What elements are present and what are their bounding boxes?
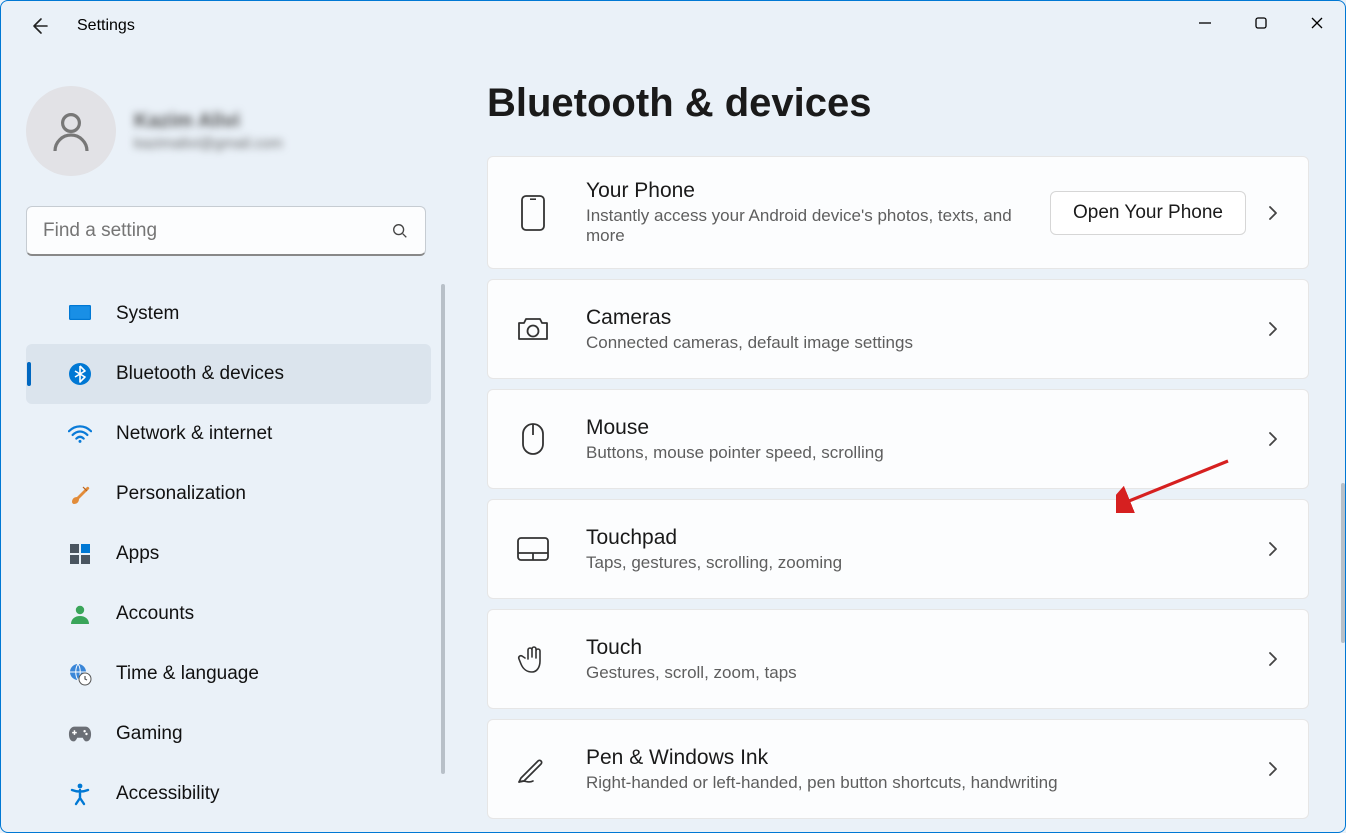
gamepad-icon (68, 722, 92, 746)
main-content: Bluetooth & devices Your Phone Instantly… (451, 51, 1345, 832)
search-box[interactable] (26, 206, 426, 256)
chevron-right-icon (1264, 430, 1282, 448)
phone-icon (514, 194, 552, 232)
card-desc: Instantly access your Android device's p… (586, 206, 1032, 246)
sidebar-item-personalization[interactable]: Personalization (26, 464, 431, 524)
monitor-icon (68, 302, 92, 326)
minimize-icon (1198, 16, 1212, 30)
sidebar-item-network[interactable]: Network & internet (26, 404, 431, 464)
sidebar-item-label: Apps (116, 543, 159, 565)
back-button[interactable] (19, 6, 59, 46)
sidebar-item-accounts[interactable]: Accounts (26, 584, 431, 644)
card-mouse[interactable]: Mouse Buttons, mouse pointer speed, scro… (487, 389, 1309, 489)
chevron-right-icon (1264, 540, 1282, 558)
main-scrollbar[interactable] (1341, 483, 1345, 643)
card-desc: Taps, gestures, scrolling, zooming (586, 553, 1246, 573)
globe-clock-icon (68, 662, 92, 686)
profile-name: Kazim Alivi (134, 110, 283, 133)
close-button[interactable] (1289, 1, 1345, 45)
chevron-right-icon (1264, 204, 1282, 222)
pen-icon (514, 750, 552, 788)
title-bar: Settings (1, 1, 1345, 51)
settings-cards: Your Phone Instantly access your Android… (487, 156, 1309, 819)
accessibility-icon (68, 782, 92, 806)
sidebar: Kazim Alivi kazimalivi@gmail.com System … (1, 51, 451, 832)
maximize-icon (1254, 16, 1268, 30)
card-pen[interactable]: Pen & Windows Ink Right-handed or left-h… (487, 719, 1309, 819)
profile-block[interactable]: Kazim Alivi kazimalivi@gmail.com (1, 86, 451, 176)
mouse-icon (514, 420, 552, 458)
person-icon (47, 107, 95, 155)
minimize-button[interactable] (1177, 1, 1233, 45)
chevron-right-icon (1264, 650, 1282, 668)
card-desc: Connected cameras, default image setting… (586, 333, 1246, 353)
card-title: Mouse (586, 416, 1246, 440)
card-title: Pen & Windows Ink (586, 746, 1246, 770)
card-touch[interactable]: Touch Gestures, scroll, zoom, taps (487, 609, 1309, 709)
nav-list: System Bluetooth & devices Network & int… (1, 284, 451, 824)
card-cameras[interactable]: Cameras Connected cameras, default image… (487, 279, 1309, 379)
card-desc: Buttons, mouse pointer speed, scrolling (586, 443, 1246, 463)
account-icon (68, 602, 92, 626)
sidebar-item-apps[interactable]: Apps (26, 524, 431, 584)
bluetooth-icon (68, 362, 92, 386)
wifi-icon (68, 422, 92, 446)
touch-hand-icon (514, 640, 552, 678)
sidebar-item-label: Accessibility (116, 783, 219, 805)
sidebar-item-accessibility[interactable]: Accessibility (26, 764, 431, 824)
sidebar-item-time[interactable]: Time & language (26, 644, 431, 704)
camera-icon (514, 310, 552, 348)
sidebar-item-system[interactable]: System (26, 284, 431, 344)
sidebar-item-label: Time & language (116, 663, 259, 685)
sidebar-item-label: Gaming (116, 723, 183, 745)
apps-icon (68, 542, 92, 566)
avatar (26, 86, 116, 176)
chevron-right-icon (1264, 320, 1282, 338)
touchpad-icon (514, 530, 552, 568)
sidebar-scrollbar[interactable] (441, 284, 445, 774)
card-title: Touch (586, 636, 1246, 660)
card-title: Your Phone (586, 179, 1032, 203)
card-touchpad[interactable]: Touchpad Taps, gestures, scrolling, zoom… (487, 499, 1309, 599)
card-title: Cameras (586, 306, 1246, 330)
window-controls (1177, 1, 1345, 45)
chevron-right-icon (1264, 760, 1282, 778)
card-title: Touchpad (586, 526, 1246, 550)
sidebar-item-bluetooth[interactable]: Bluetooth & devices (26, 344, 431, 404)
page-title: Bluetooth & devices (487, 81, 1309, 126)
app-title: Settings (77, 17, 135, 35)
close-icon (1310, 16, 1324, 30)
profile-email: kazimalivi@gmail.com (134, 135, 283, 152)
sidebar-item-label: Personalization (116, 483, 246, 505)
card-your-phone[interactable]: Your Phone Instantly access your Android… (487, 156, 1309, 269)
back-arrow-icon (29, 16, 49, 36)
sidebar-item-label: Network & internet (116, 423, 272, 445)
sidebar-item-label: System (116, 303, 179, 325)
sidebar-item-gaming[interactable]: Gaming (26, 704, 431, 764)
search-icon (391, 222, 409, 240)
brush-icon (68, 482, 92, 506)
card-desc: Right-handed or left-handed, pen button … (586, 773, 1246, 793)
sidebar-item-label: Bluetooth & devices (116, 363, 284, 385)
search-input[interactable] (43, 220, 391, 242)
sidebar-item-label: Accounts (116, 603, 194, 625)
open-your-phone-button[interactable]: Open Your Phone (1050, 191, 1246, 235)
maximize-button[interactable] (1233, 1, 1289, 45)
card-desc: Gestures, scroll, zoom, taps (586, 663, 1246, 683)
